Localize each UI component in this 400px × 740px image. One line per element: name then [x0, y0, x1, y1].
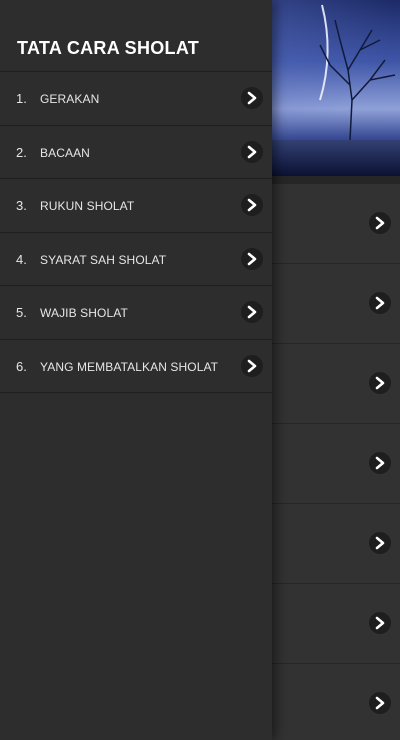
drawer-item-wajib-sholat[interactable]: 5. WAJIB SHOLAT [0, 286, 272, 340]
item-label: RUKUN SHOLAT [40, 199, 135, 213]
drawer-item-bacaan[interactable]: 2. BACAAN [0, 126, 272, 179]
chevron-right-icon [241, 140, 263, 163]
chevron-right-icon [241, 247, 263, 270]
drawer-item-gerakan[interactable]: 1. GERAKAN [0, 72, 272, 126]
item-number: 2. [16, 144, 27, 160]
item-label: WAJIB SHOLAT [40, 306, 128, 320]
item-number: 3. [16, 198, 27, 213]
chevron-right-icon [369, 692, 391, 714]
item-label: BACAAN [40, 145, 90, 160]
item-label: GERAKAN [40, 92, 100, 106]
drawer-title: TATA CARA SHOLAT [17, 38, 200, 58]
chevron-right-icon [369, 452, 391, 474]
item-label: SYARAT SAH SHOLAT [40, 252, 167, 267]
chevron-right-icon [369, 212, 391, 234]
item-number: 6. [16, 358, 27, 374]
chevron-right-icon [369, 612, 391, 634]
drawer-item-syarat-sah-sholat[interactable]: 4. SYARAT SAH SHOLAT [0, 233, 272, 286]
item-number: 1. [16, 91, 27, 106]
drawer-item-yang-membatalkan-sholat[interactable]: 6. YANG MEMBATALKAN SHOLAT [0, 340, 272, 393]
chevron-right-icon [241, 87, 263, 109]
chevron-right-icon [241, 194, 263, 216]
chevron-right-icon [241, 301, 263, 323]
screen: TATA CARA SHOLAT 1. GERAKAN 2. BACAAN 3.… [0, 0, 400, 740]
item-number: 5. [16, 305, 27, 320]
chevron-right-icon [369, 532, 391, 554]
chevron-right-icon [369, 292, 391, 314]
drawer-item-rukun-sholat[interactable]: 3. RUKUN SHOLAT [0, 179, 272, 233]
chevron-right-icon [241, 354, 263, 377]
chevron-right-icon [369, 372, 391, 394]
drawer-header: TATA CARA SHOLAT [0, 0, 272, 72]
item-label: YANG MEMBATALKAN SHOLAT [40, 359, 219, 374]
navigation-drawer: TATA CARA SHOLAT 1. GERAKAN 2. BACAAN 3.… [0, 0, 272, 740]
item-number: 4. [16, 251, 27, 267]
